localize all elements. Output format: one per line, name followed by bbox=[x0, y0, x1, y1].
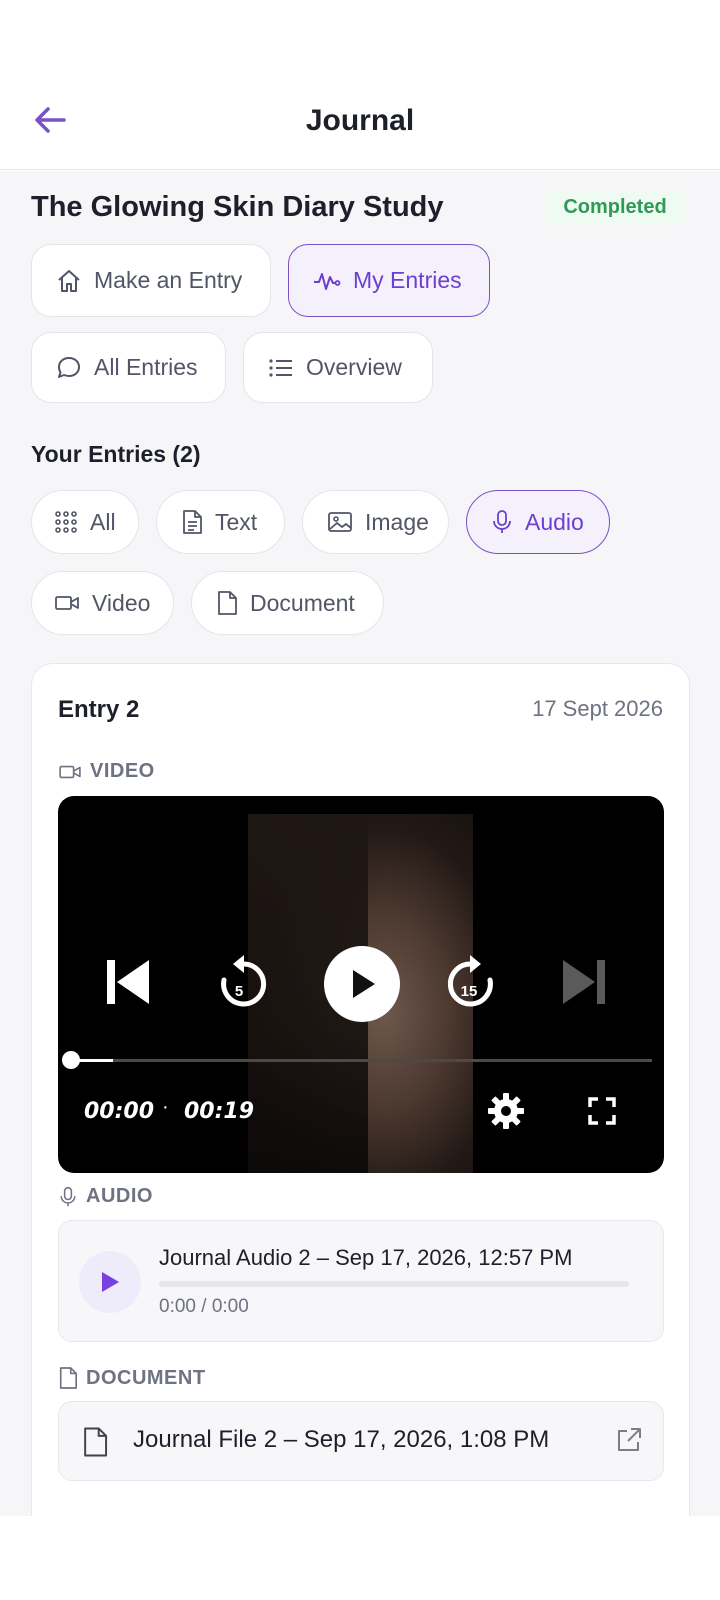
filter-document[interactable]: Document bbox=[191, 571, 384, 635]
entry-title: Entry 2 bbox=[58, 696, 140, 723]
entry-card: Entry 2 17 Sept 2026 VIDEO 5 15 00:00 · … bbox=[31, 663, 690, 1516]
filter-label: Video bbox=[92, 589, 151, 616]
skip-previous-icon bbox=[107, 960, 149, 1004]
rewind-seconds: 5 bbox=[234, 982, 244, 1000]
filter-video[interactable]: Video bbox=[31, 571, 174, 635]
video-label-text: VIDEO bbox=[90, 760, 155, 782]
external-link-icon[interactable] bbox=[615, 1426, 643, 1459]
file-icon bbox=[81, 1426, 109, 1463]
video-settings-button[interactable] bbox=[484, 1089, 528, 1133]
file-icon bbox=[58, 1366, 78, 1390]
filter-label: Image bbox=[365, 508, 429, 535]
audio-play-button[interactable] bbox=[79, 1251, 141, 1313]
tab-label: Overview bbox=[306, 354, 402, 380]
filter-label: Audio bbox=[525, 508, 584, 535]
mic-icon bbox=[491, 509, 513, 535]
file-text-icon bbox=[181, 509, 203, 535]
tab-my-entries[interactable]: My Entries bbox=[288, 244, 490, 317]
chat-bubble-icon bbox=[56, 355, 82, 381]
entry-date: 17 Sept 2026 bbox=[532, 696, 663, 721]
document-label-text: DOCUMENT bbox=[86, 1366, 206, 1389]
play-icon bbox=[353, 970, 375, 998]
video-icon bbox=[54, 593, 80, 613]
image-icon bbox=[327, 510, 353, 534]
skip-next-button[interactable] bbox=[558, 954, 614, 1010]
filter-image[interactable]: Image bbox=[302, 490, 449, 554]
video-duration: 00:19 bbox=[184, 1099, 255, 1124]
list-icon bbox=[268, 357, 294, 379]
tab-make-an-entry[interactable]: Make an Entry bbox=[31, 244, 271, 317]
video-current-time: 00:00 bbox=[84, 1099, 155, 1124]
fullscreen-button[interactable] bbox=[582, 1091, 622, 1131]
page-title: Journal bbox=[305, 104, 415, 137]
audio-title: Journal Audio 2 – Sep 17, 2026, 12:57 PM bbox=[159, 1245, 573, 1270]
audio-player: Journal Audio 2 – Sep 17, 2026, 12:57 PM… bbox=[58, 1220, 664, 1342]
status-badge: Completed bbox=[545, 189, 685, 225]
video-time-separator: · bbox=[162, 1096, 169, 1118]
filter-audio[interactable]: Audio bbox=[466, 490, 610, 554]
gear-icon bbox=[488, 1093, 524, 1129]
filter-text[interactable]: Text bbox=[156, 490, 285, 554]
forward-seconds: 15 bbox=[460, 982, 478, 1000]
audio-section-label: AUDIO bbox=[58, 1185, 153, 1208]
entries-section-title: Your Entries (2) bbox=[31, 441, 201, 467]
document-section-label: DOCUMENT bbox=[58, 1366, 206, 1390]
video-progress-handle[interactable] bbox=[62, 1051, 80, 1069]
video-player[interactable]: 5 15 00:00 · 00:19 bbox=[58, 796, 664, 1173]
tab-label: My Entries bbox=[353, 267, 462, 293]
audio-time: 0:00 / 0:00 bbox=[159, 1296, 249, 1317]
journal-screen: Journal The Glowing Skin Diary Study Com… bbox=[0, 0, 720, 1600]
main-content: The Glowing Skin Diary Study Completed M… bbox=[0, 171, 720, 1516]
filter-label: Text bbox=[215, 508, 258, 535]
tab-label: Make an Entry bbox=[94, 267, 243, 293]
tab-overview[interactable]: Overview bbox=[243, 332, 433, 403]
skip-previous-button[interactable] bbox=[98, 954, 154, 1010]
grid-icon bbox=[54, 510, 78, 534]
file-icon bbox=[216, 590, 238, 616]
study-title: The Glowing Skin Diary Study bbox=[31, 191, 444, 223]
mic-icon bbox=[58, 1186, 78, 1208]
video-progress-track[interactable] bbox=[72, 1059, 652, 1062]
video-section-label: VIDEO bbox=[58, 760, 155, 783]
activity-icon bbox=[313, 268, 341, 294]
play-icon bbox=[102, 1272, 119, 1292]
document-link[interactable]: Journal File 2 – Sep 17, 2026, 1:08 PM bbox=[58, 1401, 664, 1481]
play-button[interactable] bbox=[324, 946, 400, 1022]
filter-label: Document bbox=[250, 589, 355, 616]
home-icon bbox=[56, 268, 82, 294]
filter-label: All bbox=[90, 508, 116, 535]
tab-label: All Entries bbox=[94, 354, 198, 380]
document-title: Journal File 2 – Sep 17, 2026, 1:08 PM bbox=[133, 1426, 550, 1453]
audio-label-text: AUDIO bbox=[86, 1185, 153, 1207]
app-header: Journal bbox=[0, 70, 720, 170]
fullscreen-icon bbox=[588, 1097, 616, 1125]
audio-progress-track[interactable] bbox=[159, 1281, 629, 1287]
tab-all-entries[interactable]: All Entries bbox=[31, 332, 226, 403]
skip-next-icon bbox=[563, 960, 605, 1004]
filter-all[interactable]: All bbox=[31, 490, 139, 554]
video-icon bbox=[58, 763, 82, 781]
